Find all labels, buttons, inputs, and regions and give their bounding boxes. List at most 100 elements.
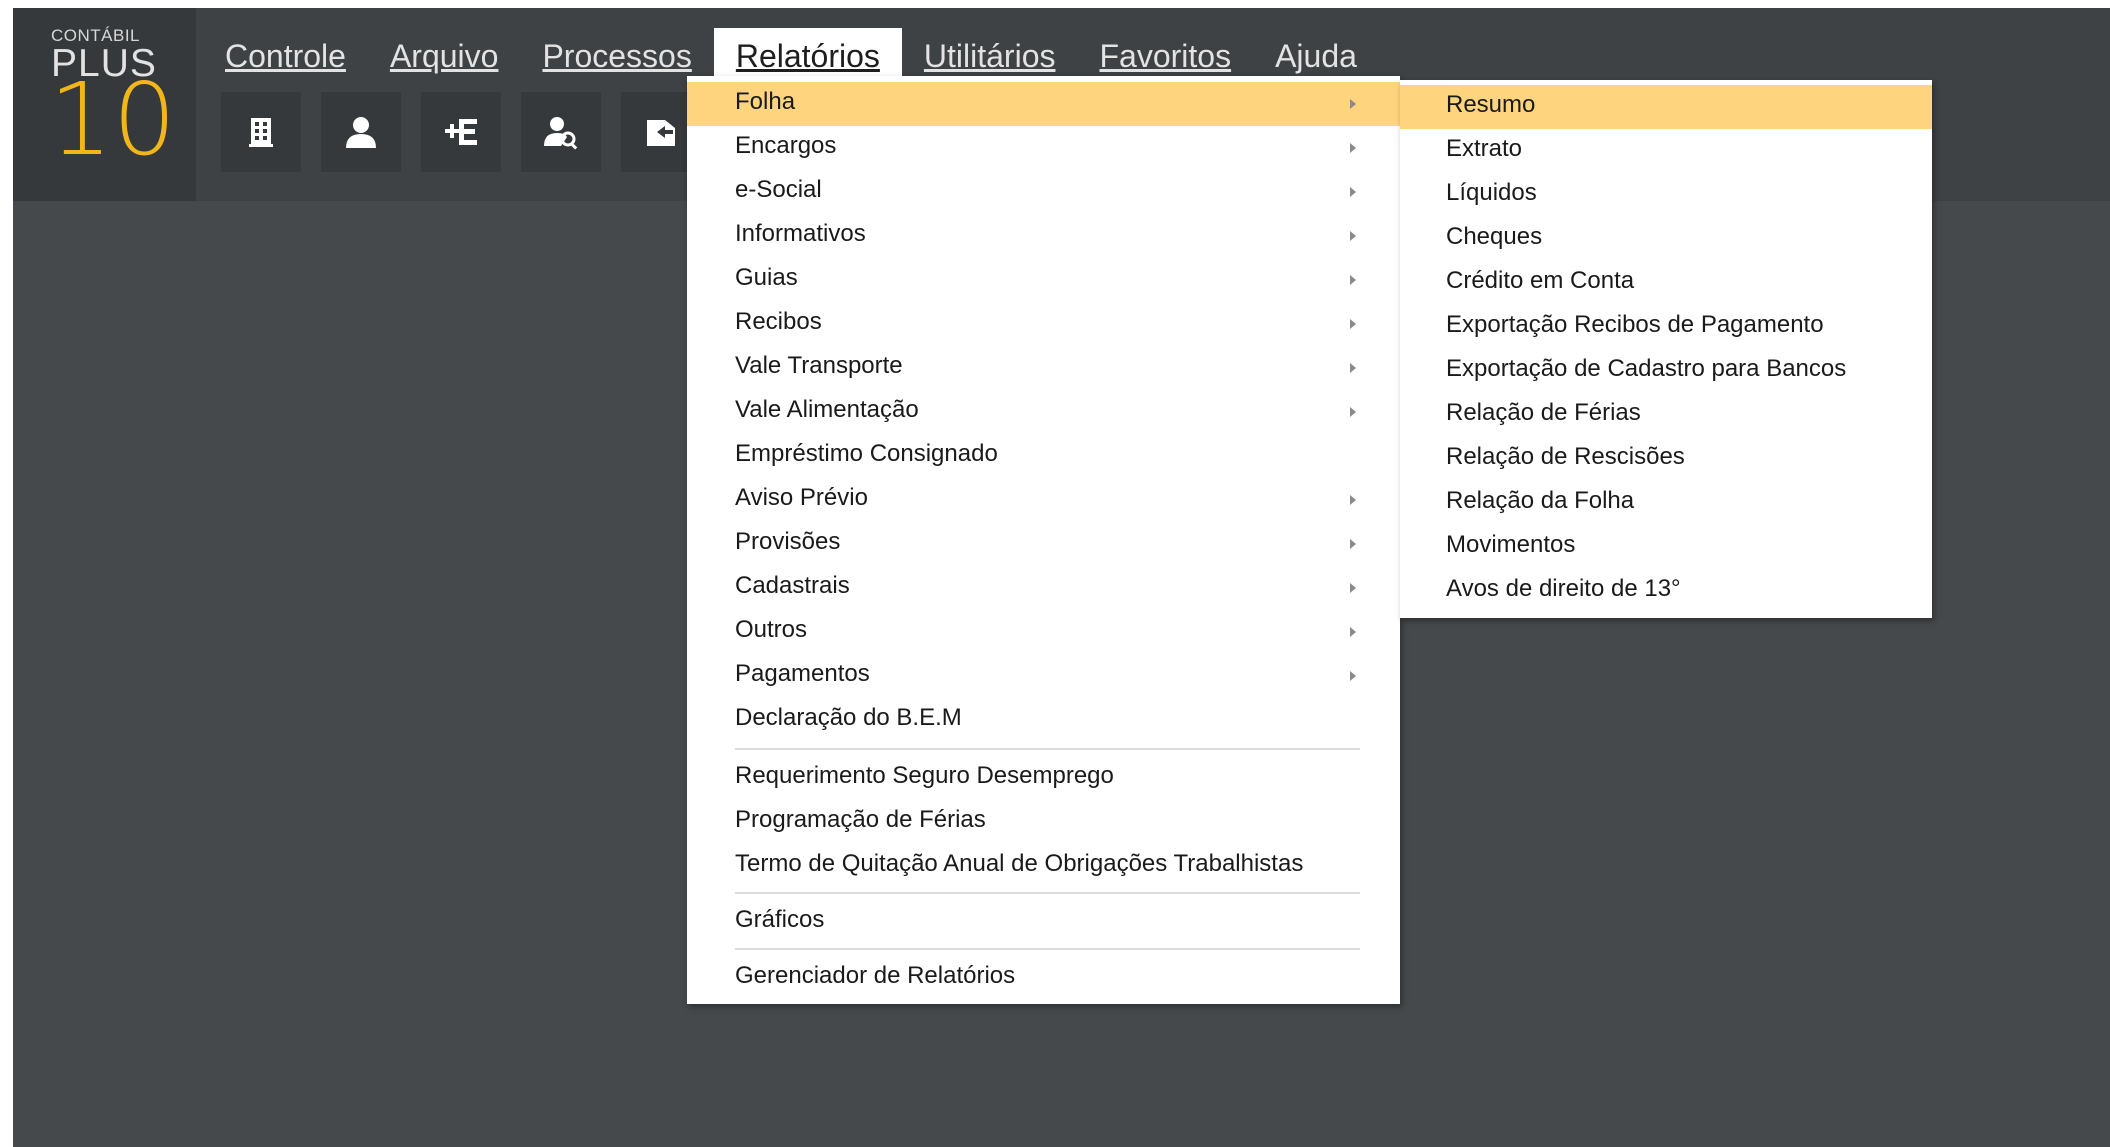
submenu-item-label: Cheques — [1446, 223, 1543, 250]
menu-item-label: Guias — [735, 264, 798, 291]
toolbar-employee-button[interactable] — [321, 92, 401, 172]
menu-item-label: Requerimento Seguro Desemprego — [735, 762, 1114, 789]
submenu-item-label: Relação da Folha — [1446, 487, 1635, 514]
menu-item-declaracao-bem[interactable]: Declaração do B.E.M — [687, 698, 1400, 742]
menu-item-encargos[interactable]: Encargos — [687, 126, 1400, 170]
menu-arquivo-label: Arquivo — [389, 38, 499, 74]
menu-relatorios-label: Relatórios — [735, 38, 880, 74]
menu-item-label: Programação de Férias — [735, 806, 986, 833]
menu-item-outros[interactable]: Outros — [687, 610, 1400, 654]
menu-processos[interactable]: Processos — [520, 28, 713, 84]
menu-item-seguro-desemprego[interactable]: Requerimento Seguro Desemprego — [687, 756, 1400, 800]
menu-item-guias[interactable]: Guias — [687, 258, 1400, 302]
menu-arquivo[interactable]: Arquivo — [368, 28, 521, 84]
submenu-item-label: Líquidos — [1446, 179, 1537, 206]
submenu-item-relacao-rescisoes[interactable]: Relação de Rescisões — [1400, 437, 1932, 481]
user-icon — [346, 117, 376, 148]
submenu-item-label: Relação de Rescisões — [1446, 443, 1685, 470]
submenu-item-exportacao-cadastro[interactable]: Exportação de Cadastro para Bancos — [1400, 349, 1932, 393]
menu-item-label: Declaração do B.E.M — [735, 704, 962, 731]
submenu-item-label: Extrato — [1446, 135, 1523, 162]
submenu-item-relacao-ferias[interactable]: Relação de Férias — [1400, 393, 1932, 437]
menu-item-label: Empréstimo Consignado — [735, 440, 998, 467]
submenu-arrow-icon — [1350, 583, 1356, 593]
toolbar-company-button[interactable] — [221, 92, 301, 172]
menu-item-emprestimo-consignado[interactable]: Empréstimo Consignado — [687, 434, 1400, 478]
toolbar-add-entry-button[interactable] — [421, 92, 501, 172]
menu-item-termo-quitacao[interactable]: Termo de Quitação Anual de Obrigações Tr… — [687, 844, 1400, 888]
submenu-arrow-icon — [1350, 319, 1356, 329]
submenu-item-relacao-folha[interactable]: Relação da Folha — [1400, 481, 1932, 525]
user-search-icon — [544, 117, 578, 150]
menu-item-label: Gerenciador de Relatórios — [735, 962, 1016, 989]
menu-separator — [735, 948, 1360, 950]
menu-item-label: Aviso Prévio — [735, 484, 868, 511]
menu-item-label: Vale Transporte — [735, 352, 903, 379]
menu-item-label: Encargos — [735, 132, 837, 159]
submenu-item-label: Movimentos — [1446, 531, 1576, 558]
menu-controle[interactable]: Controle — [203, 28, 368, 84]
menu-item-recibos[interactable]: Recibos — [687, 302, 1400, 346]
menu-item-label: Vale Alimentação — [735, 396, 919, 423]
submenu-item-credito-conta[interactable]: Crédito em Conta — [1400, 261, 1932, 305]
submenu-arrow-icon — [1350, 539, 1356, 549]
logo-brand-number: 10 — [49, 61, 177, 178]
menu-item-cadastrais[interactable]: Cadastrais — [687, 566, 1400, 610]
relatorios-dropdown: Folha Encargos e-Social Informativos Gui… — [687, 76, 1400, 1004]
submenu-item-extrato[interactable]: Extrato — [1400, 129, 1932, 173]
menu-item-label: Cadastrais — [735, 572, 850, 599]
menu-favoritos-label: Favoritos — [1099, 38, 1232, 74]
menu-item-label: Folha — [735, 88, 796, 115]
building-icon — [249, 118, 273, 147]
submenu-item-label: Crédito em Conta — [1446, 267, 1635, 294]
menu-item-folha[interactable]: Folha — [687, 82, 1400, 126]
toolbar-search-user-button[interactable] — [521, 92, 601, 172]
logo: CONTÁBIL PLUS 10 — [13, 8, 196, 201]
menu-item-graficos[interactable]: Gráficos — [687, 900, 1400, 944]
menu-item-aviso-previo[interactable]: Aviso Prévio — [687, 478, 1400, 522]
submenu-arrow-icon — [1350, 627, 1356, 637]
menu-controle-label: Controle — [225, 38, 346, 74]
submenu-arrow-icon — [1350, 187, 1356, 197]
menu-item-vale-alimentacao[interactable]: Vale Alimentação — [687, 390, 1400, 434]
submenu-item-exportacao-recibos[interactable]: Exportação Recibos de Pagamento — [1400, 305, 1932, 349]
menu-item-esocial[interactable]: e-Social — [687, 170, 1400, 214]
toolbar-exit-button[interactable] — [621, 92, 691, 172]
menu-item-label: Termo de Quitação Anual de Obrigações Tr… — [735, 850, 1304, 877]
submenu-item-avos-13[interactable]: Avos de direito de 13° — [1400, 569, 1932, 613]
submenu-arrow-icon — [1350, 495, 1356, 505]
submenu-item-label: Avos de direito de 13° — [1446, 575, 1681, 602]
menu-item-provisoes[interactable]: Provisões — [687, 522, 1400, 566]
menu-item-gerenciador-relatorios[interactable]: Gerenciador de Relatórios — [687, 956, 1400, 1000]
menu-ajuda-label: Ajuda — [1275, 38, 1357, 74]
submenu-item-resumo[interactable]: Resumo — [1400, 85, 1932, 129]
submenu-item-label: Resumo — [1446, 91, 1536, 118]
submenu-arrow-icon — [1350, 143, 1356, 153]
menu-item-label: Outros — [735, 616, 808, 643]
submenu-arrow-icon — [1350, 671, 1356, 681]
exit-icon — [647, 120, 675, 146]
submenu-item-movimentos[interactable]: Movimentos — [1400, 525, 1932, 569]
submenu-arrow-icon — [1350, 363, 1356, 373]
menu-item-pagamentos[interactable]: Pagamentos — [687, 654, 1400, 698]
menu-item-programacao-ferias[interactable]: Programação de Férias — [687, 800, 1400, 844]
menu-item-label: Recibos — [735, 308, 822, 335]
menu-separator — [735, 748, 1360, 750]
menu-utilitarios-label: Utilitários — [923, 38, 1056, 74]
menu-item-label: Provisões — [735, 528, 841, 555]
menu-item-label: e-Social — [735, 176, 822, 203]
add-e-icon — [445, 119, 477, 145]
submenu-item-label: Relação de Férias — [1446, 399, 1641, 426]
submenu-item-liquidos[interactable]: Líquidos — [1400, 173, 1932, 217]
folha-submenu: Resumo Extrato Líquidos Cheques Crédito … — [1400, 80, 1932, 618]
menu-separator — [735, 892, 1360, 894]
submenu-item-label: Exportação Recibos de Pagamento — [1446, 311, 1824, 338]
menu-item-informativos[interactable]: Informativos — [687, 214, 1400, 258]
menu-item-vale-transporte[interactable]: Vale Transporte — [687, 346, 1400, 390]
submenu-item-cheques[interactable]: Cheques — [1400, 217, 1932, 261]
submenu-arrow-icon — [1350, 231, 1356, 241]
submenu-arrow-icon — [1350, 275, 1356, 285]
submenu-arrow-icon — [1350, 407, 1356, 417]
menu-item-label: Pagamentos — [735, 660, 870, 687]
menu-item-label: Informativos — [735, 220, 866, 247]
